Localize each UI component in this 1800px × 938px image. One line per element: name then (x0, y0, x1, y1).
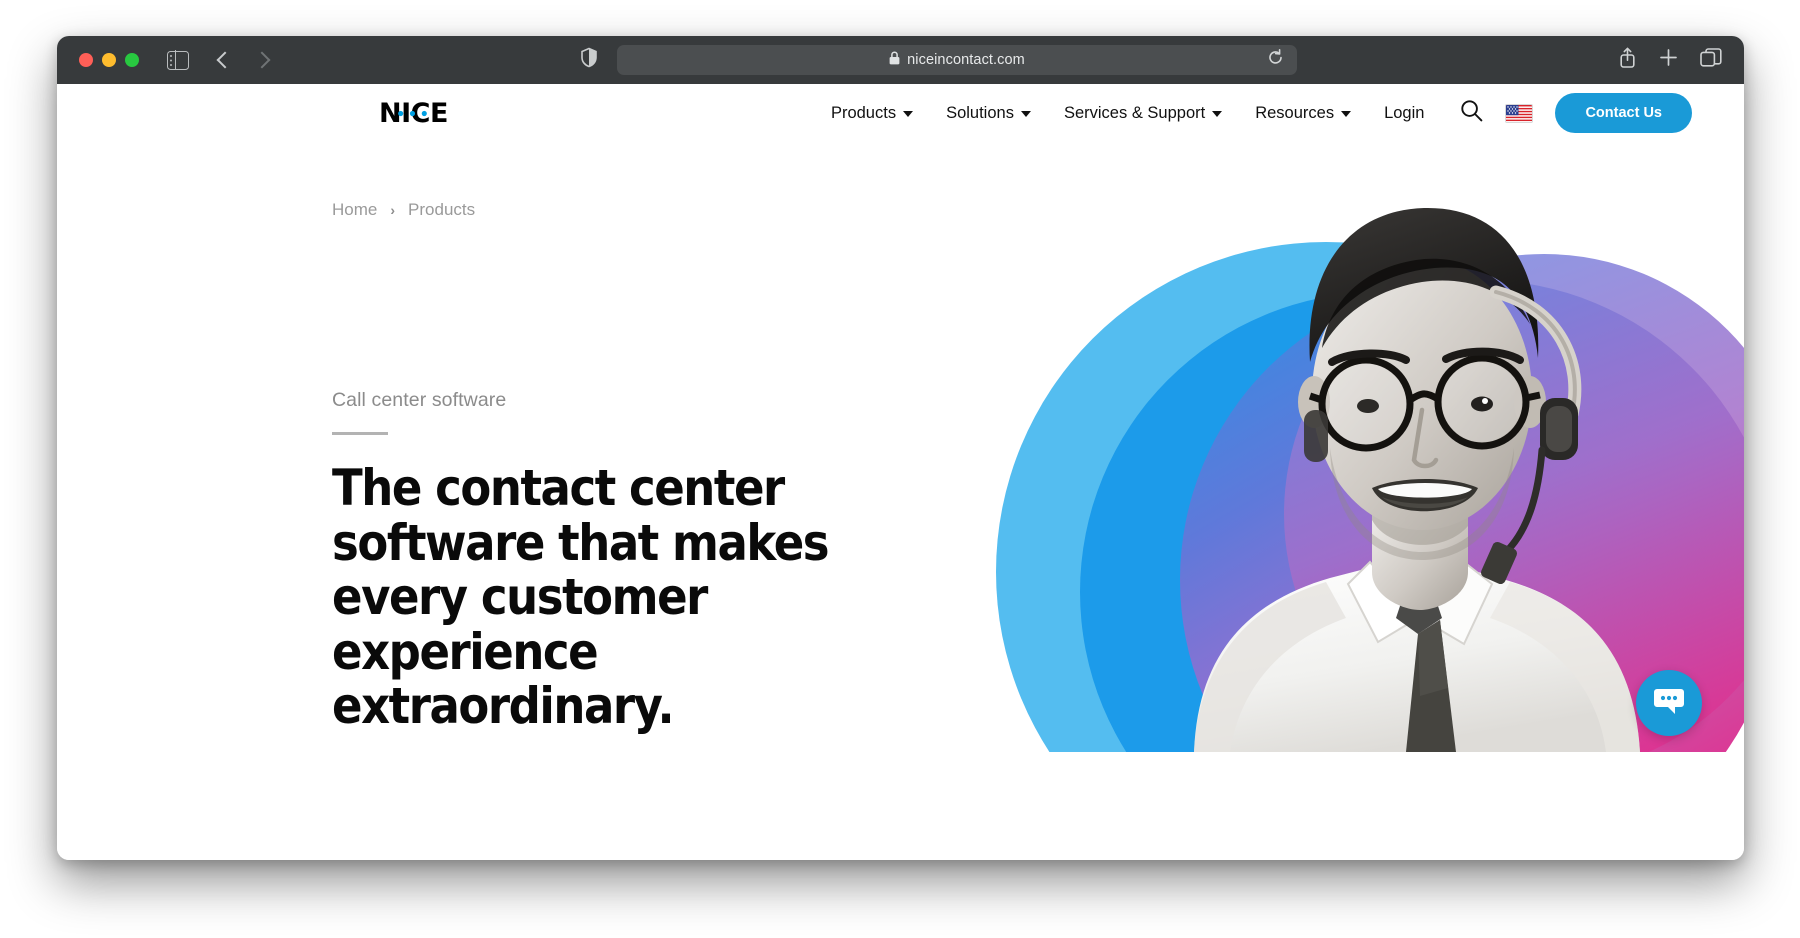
main-navigation: Products Solutions Services & Support Re… (831, 104, 1425, 123)
nav-label: Solutions (946, 103, 1014, 122)
hero-eyebrow: Call center software (332, 389, 507, 411)
logo-text: NICE (379, 97, 448, 129)
nav-label: Products (830, 103, 897, 122)
chevron-down-icon (1020, 111, 1031, 117)
nav-label: Services & Support (1063, 103, 1206, 122)
breadcrumb-home[interactable]: Home (332, 200, 377, 220)
breadcrumb: Home › Products (332, 200, 475, 220)
nice-logo[interactable]: NICE (379, 98, 448, 129)
agent-photo (1194, 207, 1640, 752)
nav-item-resources[interactable]: Resources (1255, 103, 1352, 123)
nav-item-login[interactable]: Login (1384, 104, 1424, 123)
header-actions: Contact Us (1460, 93, 1692, 133)
breadcrumb-separator-icon: › (390, 202, 396, 218)
url-bar[interactable]: niceincontact.com (617, 45, 1297, 75)
chat-widget-button[interactable] (1636, 670, 1702, 736)
hero-copy: Call center software The contact center … (332, 389, 972, 752)
share-icon[interactable] (1618, 47, 1637, 73)
chat-bubble-icon (1653, 686, 1685, 721)
lock-icon (889, 51, 900, 70)
browser-titlebar: niceincontact.com (57, 36, 1744, 84)
nav-label: Resources (1255, 103, 1335, 122)
tab-overview-icon[interactable] (1700, 47, 1722, 73)
search-icon[interactable] (1460, 99, 1483, 127)
nav-item-solutions[interactable]: Solutions (946, 104, 1031, 123)
minimize-window-button[interactable] (102, 53, 116, 67)
breadcrumb-current[interactable]: Products (408, 200, 475, 220)
url-text: niceincontact.com (907, 52, 1025, 68)
close-window-button[interactable] (79, 53, 93, 67)
site-header: NICE Products Solutions Services & Suppo… (57, 84, 1744, 142)
hero-artwork (984, 142, 1744, 752)
hero-section: Home › Products Call center software The… (57, 142, 1744, 752)
forward-arrow-icon (253, 50, 273, 70)
hero-eyebrow-rule (332, 432, 388, 435)
sidebar-toggle-icon[interactable] (167, 49, 189, 71)
chevron-down-icon (1212, 111, 1223, 117)
browser-toolbar-actions (1618, 36, 1722, 84)
page-viewport: NICE Products Solutions Services & Suppo… (57, 84, 1744, 860)
browser-window: niceincontact.com NICE Products Solution… (57, 36, 1744, 860)
nav-item-products[interactable]: Products (830, 103, 914, 123)
nav-item-services-support[interactable]: Services & Support (1063, 103, 1223, 123)
back-arrow-icon[interactable] (213, 50, 233, 70)
maximize-window-button[interactable] (125, 53, 139, 67)
shield-icon[interactable] (581, 47, 597, 73)
chevron-down-icon (1341, 111, 1352, 117)
chevron-down-icon (903, 111, 914, 117)
nav-label: Login (1384, 103, 1425, 122)
plus-icon[interactable] (1659, 48, 1678, 72)
window-traffic-lights (79, 53, 139, 67)
reload-icon[interactable] (1267, 49, 1284, 71)
contact-us-button[interactable]: Contact Us (1555, 93, 1692, 133)
hero-headline: The contact center software that makes e… (332, 459, 830, 735)
us-flag-icon[interactable] (1505, 103, 1534, 123)
